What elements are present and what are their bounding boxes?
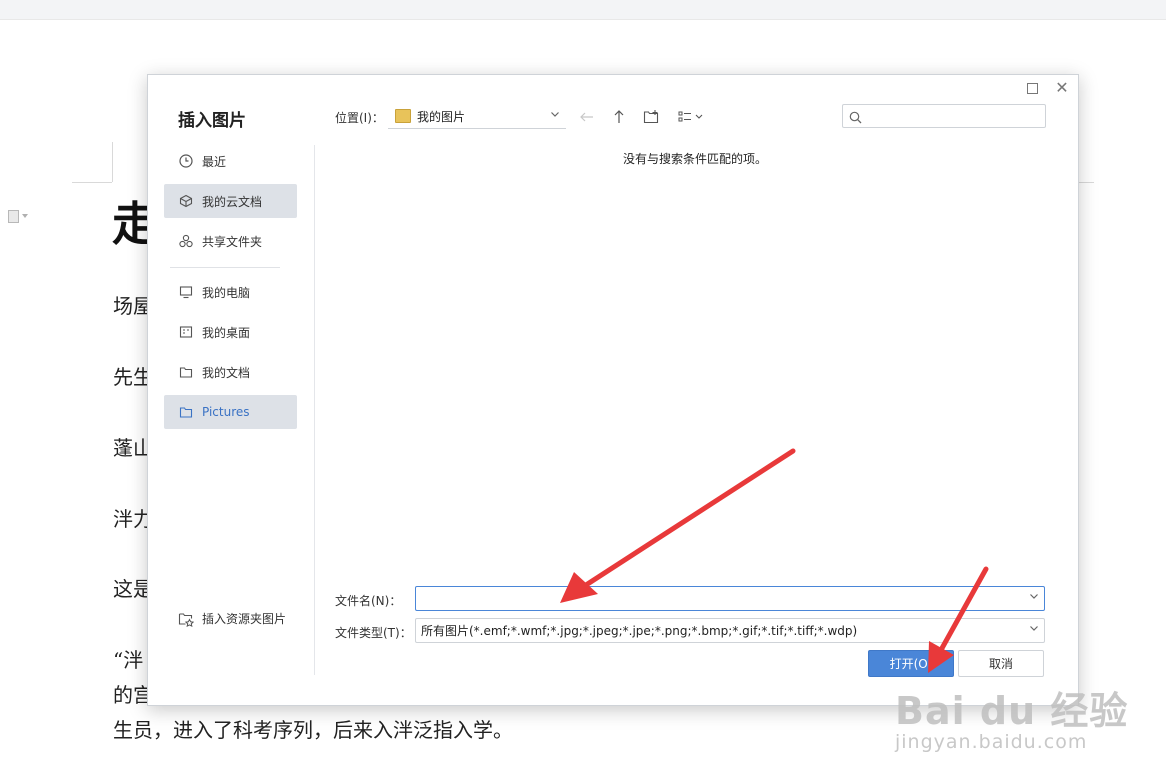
editor-top-bar xyxy=(0,0,1166,20)
insert-resource-images-link[interactable]: 插入资源夹图片 xyxy=(178,610,286,627)
maximize-icon xyxy=(1026,82,1038,94)
pictures-folder-icon xyxy=(395,109,411,123)
document-line: “泮 xyxy=(113,648,144,672)
location-dropdown[interactable]: 我的图片 xyxy=(388,104,566,129)
sidebar-item-label: 共享文件夹 xyxy=(202,234,263,249)
document-nav-icon[interactable] xyxy=(8,209,36,223)
filename-input[interactable] xyxy=(421,590,1015,607)
page-margin-mark xyxy=(112,142,113,182)
cloud-cube-icon xyxy=(178,193,194,209)
new-folder-icon xyxy=(643,110,659,124)
filetype-label: 文件类型(T)： xyxy=(335,626,412,640)
page-margin-mark xyxy=(72,182,112,183)
close-button[interactable]: ✕ xyxy=(1053,79,1071,97)
maximize-button[interactable] xyxy=(1023,79,1041,97)
dialog-sidebar: 插入图片 最近 我的云文档 共享文件夹 我的电脑 我的桌面 我的文档 Pictu… xyxy=(148,75,314,705)
location-label: 位置(I)： xyxy=(335,111,384,125)
arrow-up-icon xyxy=(614,110,624,123)
sidebar-item-recent[interactable]: 最近 xyxy=(164,144,297,178)
search-field[interactable] xyxy=(842,104,1046,128)
cancel-button[interactable]: 取消 xyxy=(958,650,1044,677)
filename-combobox[interactable] xyxy=(415,586,1045,611)
sidebar-item-label: 我的桌面 xyxy=(202,325,251,340)
baidu-jingyan-watermark: Bai du 经验 jingyan.baidu.com xyxy=(895,680,1128,753)
sidebar-item-label: 我的文档 xyxy=(202,365,251,380)
folder-icon xyxy=(178,404,194,420)
view-mode-button[interactable] xyxy=(676,106,708,128)
close-icon: ✕ xyxy=(1055,78,1069,97)
open-button[interactable]: 打开(O) xyxy=(868,650,954,677)
sidebar-item-label: 我的电脑 xyxy=(202,285,251,300)
back-button[interactable] xyxy=(576,106,598,128)
sidebar-item-pictures[interactable]: Pictures xyxy=(164,395,297,429)
chevron-down-icon[interactable] xyxy=(1029,591,1039,604)
filetype-value: 所有图片(*.emf;*.wmf;*.jpg;*.jpeg;*.jpe;*.pn… xyxy=(421,624,858,638)
watermark-logo: Bai du 经验 xyxy=(895,689,1129,733)
new-folder-button[interactable] xyxy=(640,106,662,128)
folder-star-icon xyxy=(178,611,195,627)
resource-link-label: 插入资源夹图片 xyxy=(202,612,287,626)
search-input[interactable] xyxy=(865,107,1039,125)
arrow-left-icon xyxy=(580,112,593,122)
sidebar-divider xyxy=(314,145,315,675)
chevron-down-icon xyxy=(1029,623,1039,636)
folder-icon xyxy=(178,364,194,380)
insert-picture-dialog: ✕ 插入图片 最近 我的云文档 共享文件夹 我的电脑 我的桌面 我的文档 Pic… xyxy=(147,74,1079,706)
list-view-icon xyxy=(678,111,703,122)
chevron-down-icon xyxy=(550,109,560,122)
sidebar-item-my-desktop[interactable]: 我的桌面 xyxy=(164,315,297,349)
dialog-title: 插入图片 xyxy=(178,111,246,131)
clock-icon xyxy=(178,153,194,169)
sidebar-item-label: 最近 xyxy=(202,154,227,169)
desktop-icon xyxy=(178,324,194,340)
search-icon xyxy=(849,109,862,128)
sidebar-item-my-computer[interactable]: 我的电脑 xyxy=(164,275,297,309)
empty-results-message: 没有与搜索条件匹配的项。 xyxy=(622,152,767,166)
sidebar-item-cloud-docs[interactable]: 我的云文档 xyxy=(164,184,297,218)
sidebar-item-my-documents[interactable]: 我的文档 xyxy=(164,355,297,389)
location-value: 我的图片 xyxy=(417,109,466,124)
document-line: 生员，进入了科考序列，后来入泮泛指入学。 xyxy=(113,718,513,742)
monitor-icon xyxy=(178,284,194,300)
sidebar-item-label: Pictures xyxy=(202,405,250,419)
sidebar-divider xyxy=(170,267,280,268)
sidebar-item-shared-folder[interactable]: 共享文件夹 xyxy=(164,224,297,258)
share-nodes-icon xyxy=(178,233,194,249)
up-folder-button[interactable] xyxy=(608,106,630,128)
filename-label: 文件名(N)： xyxy=(335,594,402,608)
filetype-dropdown[interactable]: 所有图片(*.emf;*.wmf;*.jpg;*.jpeg;*.jpe;*.pn… xyxy=(415,618,1045,643)
sidebar-item-label: 我的云文档 xyxy=(202,194,263,209)
